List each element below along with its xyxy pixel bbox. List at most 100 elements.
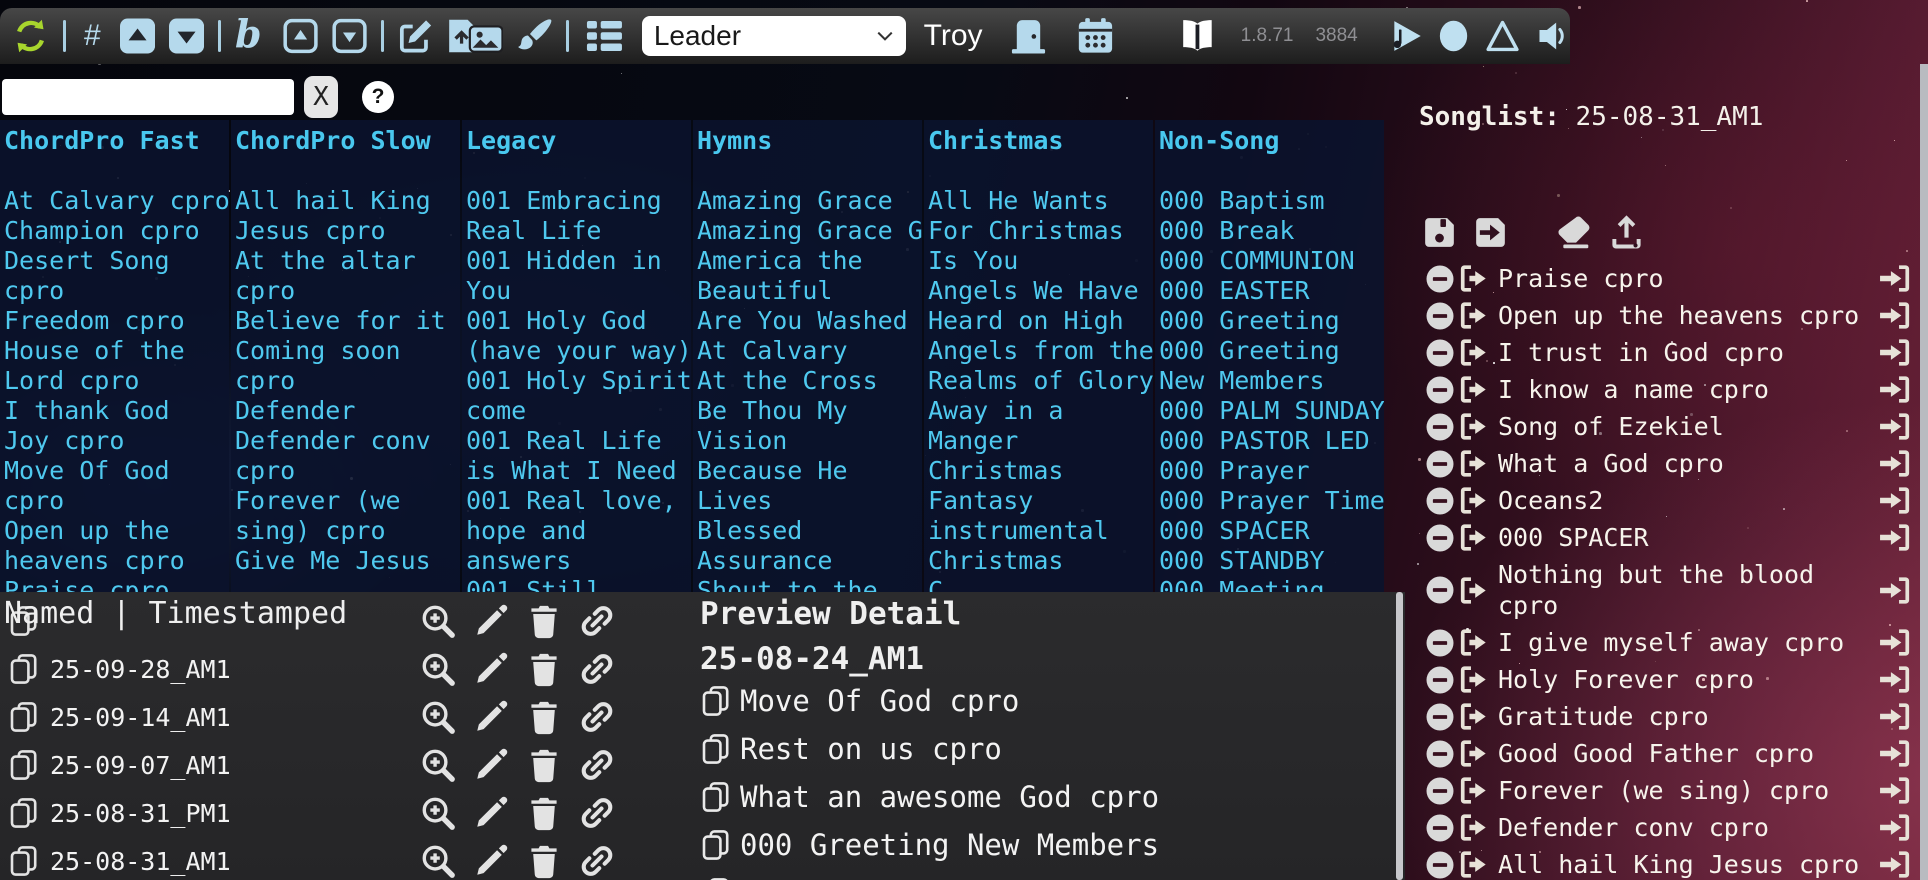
song-line[interactable]: Move Of God [4, 456, 229, 486]
export-arrow-icon[interactable] [1458, 627, 1494, 658]
song-line[interactable]: 001 Still [466, 576, 691, 592]
minus-circle-icon[interactable] [1425, 338, 1455, 368]
eraser-icon[interactable] [1555, 214, 1592, 251]
song-line[interactable]: Vision [697, 426, 922, 456]
song-line[interactable]: Believe for it [235, 306, 460, 336]
song-line[interactable] [235, 576, 460, 592]
enter-arrow-icon[interactable] [1876, 522, 1912, 553]
help-button[interactable]: ? [362, 81, 394, 113]
song-line[interactable]: Praise cpro [4, 576, 229, 592]
song-line[interactable]: Forever (we [235, 486, 460, 516]
minus-circle-icon[interactable] [1425, 702, 1455, 732]
list-columns-icon[interactable] [583, 16, 626, 56]
song-line[interactable]: cpro [235, 456, 460, 486]
preview-row[interactable]: Move Of God cpro [690, 677, 1405, 725]
songlist-item[interactable]: I know a name cpro [1405, 371, 1920, 408]
upload-image-icon[interactable] [447, 18, 504, 54]
song-line[interactable]: You [466, 276, 691, 306]
minus-circle-icon[interactable] [1425, 628, 1455, 658]
caret-up-filled-icon[interactable] [120, 18, 155, 54]
minus-circle-icon[interactable] [1425, 264, 1455, 294]
song-line[interactable]: Away in a [928, 396, 1153, 426]
song-line[interactable]: Angels from the [928, 336, 1153, 366]
pencil-icon[interactable] [473, 843, 509, 879]
trash-icon[interactable] [526, 651, 562, 687]
export-arrow-icon[interactable] [1458, 522, 1494, 553]
song-line[interactable]: For Christmas [928, 216, 1153, 246]
song-line[interactable]: is What I Need [466, 456, 691, 486]
song-line[interactable]: cpro [4, 486, 229, 516]
zoom-in-icon[interactable] [420, 651, 456, 687]
song-line[interactable]: Lives [697, 486, 922, 516]
song-line[interactable]: Christmas [928, 456, 1153, 486]
song-line[interactable]: Assurance [697, 546, 922, 576]
song-line[interactable]: Open up the [4, 516, 229, 546]
song-line[interactable]: come [466, 396, 691, 426]
ellipse-icon[interactable] [1435, 17, 1472, 55]
sync-icon[interactable] [12, 17, 49, 55]
export-arrow-icon[interactable] [1458, 448, 1494, 479]
song-line[interactable]: 000 STANDBY [1159, 546, 1384, 576]
bottom-panel-scrollbar[interactable] [1396, 592, 1403, 880]
song-line[interactable]: C [928, 576, 1153, 592]
enter-arrow-icon[interactable] [1876, 738, 1912, 769]
song-line[interactable]: 000 EASTER [1159, 276, 1384, 306]
search-input[interactable] [2, 79, 294, 115]
song-line[interactable]: 000 PASTOR LED [1159, 426, 1384, 456]
enter-arrow-icon[interactable] [1876, 627, 1912, 658]
export-arrow-icon[interactable] [1458, 337, 1494, 368]
setlist-row[interactable]: 25-09-28_AM1 [0, 645, 690, 693]
enter-arrow-icon[interactable] [1876, 664, 1912, 695]
songlist-item[interactable]: 000 SPACER [1405, 519, 1920, 556]
song-line[interactable]: Realms of Glory [928, 366, 1153, 396]
song-line[interactable]: All He Wants [928, 186, 1153, 216]
song-line[interactable]: At Calvary [697, 336, 922, 366]
setlist-row[interactable]: 25-08-31_AM1 [0, 837, 690, 880]
song-line[interactable]: hope and [466, 516, 691, 546]
song-line[interactable]: Fantasy [928, 486, 1153, 516]
songlist-item[interactable]: Song of Ezekiel [1405, 408, 1920, 445]
song-line[interactable]: 000 Greeting [1159, 336, 1384, 366]
song-line[interactable]: 000 Meeting [1159, 576, 1384, 592]
leader-select[interactable]: Leader [642, 16, 906, 56]
song-line[interactable]: 000 PALM SUNDAY [1159, 396, 1384, 426]
zoom-in-icon[interactable] [420, 843, 456, 879]
minus-circle-icon[interactable] [1425, 850, 1455, 880]
song-line[interactable]: 000 Baptism [1159, 186, 1384, 216]
link-icon[interactable] [579, 699, 615, 735]
song-line[interactable]: I thank God [4, 396, 229, 426]
trash-icon[interactable] [526, 843, 562, 879]
export-arrow-icon[interactable] [1458, 812, 1494, 843]
song-line[interactable]: Freedom cpro [4, 306, 229, 336]
enter-arrow-icon[interactable] [1876, 411, 1912, 442]
songlist-item[interactable]: Holy Forever cpro [1405, 661, 1920, 698]
songlist-item[interactable]: I give myself away cpro [1405, 624, 1920, 661]
calendar-icon[interactable] [1075, 15, 1116, 57]
song-line[interactable]: 001 Embracing [466, 186, 691, 216]
minus-circle-icon[interactable] [1425, 813, 1455, 843]
song-line[interactable]: instrumental [928, 516, 1153, 546]
export-arrow-icon[interactable] [1458, 701, 1494, 732]
zoom-in-icon[interactable] [420, 747, 456, 783]
enter-arrow-icon[interactable] [1876, 575, 1912, 606]
songlist-item[interactable]: Oceans2 [1405, 482, 1920, 519]
song-line[interactable]: cpro [4, 276, 229, 306]
song-line[interactable]: 000 SPACER [1159, 516, 1384, 546]
songlist-item[interactable]: Praise cpro [1405, 260, 1920, 297]
minus-circle-icon[interactable] [1425, 449, 1455, 479]
book-icon[interactable] [1176, 17, 1219, 55]
triangle-icon[interactable] [1484, 17, 1521, 55]
songlist-item[interactable]: I trust in God cpro [1405, 334, 1920, 371]
speaker-icon[interactable] [1533, 17, 1570, 55]
export-arrow-icon[interactable] [1458, 263, 1494, 294]
export-arrow-icon[interactable] [1458, 849, 1494, 880]
song-line[interactable]: (have your way) [466, 336, 691, 366]
minus-circle-icon[interactable] [1425, 739, 1455, 769]
minus-circle-icon[interactable] [1425, 776, 1455, 806]
song-line[interactable]: America the [697, 246, 922, 276]
export-arrow-icon[interactable] [1458, 411, 1494, 442]
pencil-icon[interactable] [473, 747, 509, 783]
song-line[interactable]: At Calvary cpro [4, 186, 229, 216]
minus-circle-icon[interactable] [1425, 665, 1455, 695]
song-line[interactable]: Heard on High [928, 306, 1153, 336]
